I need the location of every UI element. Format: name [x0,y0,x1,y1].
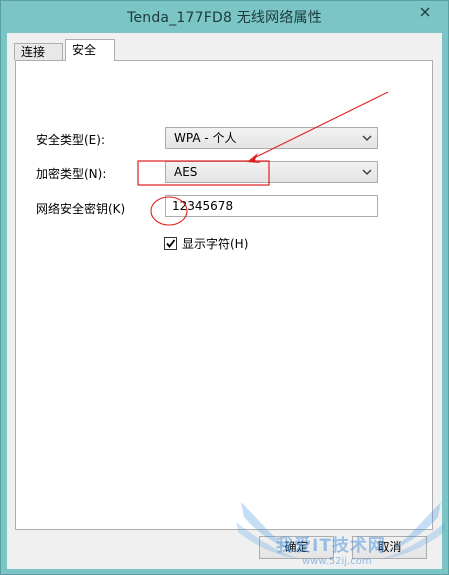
tab-security[interactable]: 安全 [65,39,115,61]
network-key-input[interactable]: 12345678 [165,195,378,217]
security-type-value: WPA - 个人 [174,131,237,145]
show-characters-label: 显示字符(H) [182,237,249,251]
close-icon [420,7,430,17]
window-title: Tenda_177FD8 无线网络属性 [127,10,322,26]
chevron-down-icon [362,135,372,141]
dialog-window: Tenda_177FD8 无线网络属性 连接 安全 安全类型(E): WPA -… [0,0,449,575]
security-type-label: 安全类型(E): [36,133,105,147]
security-panel: 安全类型(E): WPA - 个人 加密类型(N): AES 网络安全密钥(K)… [15,60,433,530]
show-characters-checkbox[interactable] [164,237,177,250]
network-key-label: 网络安全密钥(K) [36,202,126,216]
encryption-type-label: 加密类型(N): [36,167,107,181]
chevron-down-icon [362,169,372,175]
title-bar[interactable]: Tenda_177FD8 无线网络属性 [1,1,448,33]
checkmark-icon [166,239,176,248]
dialog-client-area: 连接 安全 安全类型(E): WPA - 个人 加密类型(N): AES 网络安… [7,33,442,569]
encryption-type-select[interactable]: AES [165,161,378,183]
watermark-text: 我爱IT技术网 [276,536,386,556]
encryption-type-value: AES [174,165,198,179]
security-type-select[interactable]: WPA - 个人 [165,127,378,149]
watermark-url: www.52ij.com [302,556,372,567]
tab-connection[interactable]: 连接 [14,43,63,60]
close-button[interactable] [410,2,440,22]
